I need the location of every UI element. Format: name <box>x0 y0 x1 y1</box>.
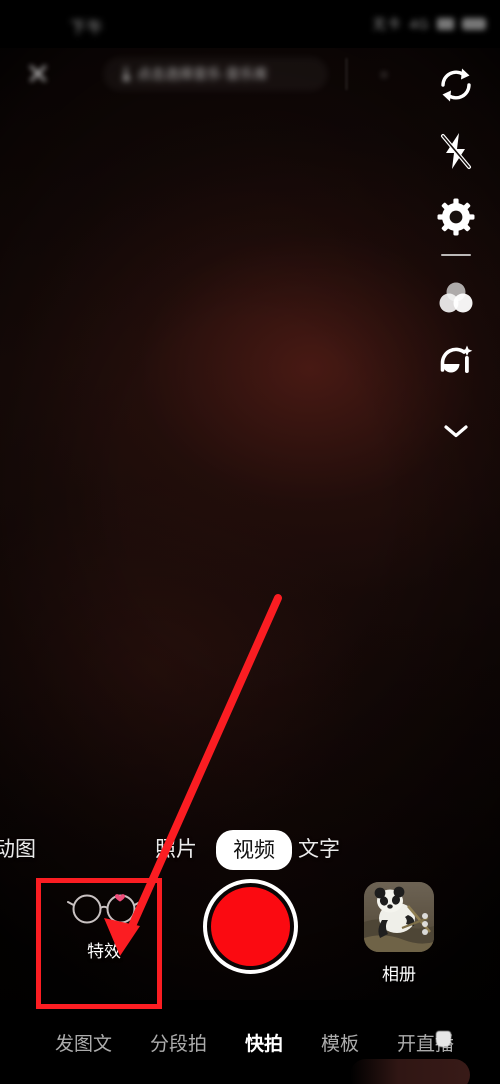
tool-rail <box>428 52 484 458</box>
nav-item-kuaipai[interactable]: 快拍 <box>226 1029 302 1056</box>
mode-tab-wenzi[interactable]: 文字 <box>298 833 340 863</box>
live-badge-icon <box>436 1030 452 1047</box>
close-icon[interactable] <box>25 60 51 86</box>
top-bar-extra-label: • <box>381 66 387 82</box>
flip-camera-button[interactable] <box>428 52 484 118</box>
tool-rail-divider <box>441 254 471 256</box>
filters-icon <box>439 282 473 313</box>
panda-photo-thumbnail <box>364 882 434 952</box>
album-label: 相册 <box>382 965 416 984</box>
settings-button[interactable] <box>428 184 484 250</box>
mode-tab-bar: 动图 照片 视频 文字 <box>0 828 500 870</box>
nav-item-muban[interactable]: 模板 <box>302 1029 378 1056</box>
record-button[interactable] <box>203 879 298 974</box>
music-select-label: 点击选择音乐·音乐库 <box>137 66 268 82</box>
chevron-down-icon <box>444 425 468 438</box>
status-bar: 下午 无卡 4G <box>0 0 500 48</box>
beauty-icon <box>440 345 473 373</box>
battery-icon <box>462 18 486 30</box>
album-button[interactable]: 相册 <box>356 882 442 985</box>
camera-capture-screen: 下午 无卡 4G 点击选择音乐·音乐库 • 动图 照片 视频 文字 特效 相册 … <box>0 0 500 1084</box>
album-thumbnail <box>364 882 434 952</box>
capture-controls-row: 特效 相册 <box>0 878 500 1000</box>
record-button-inner <box>211 887 290 966</box>
filters-button[interactable] <box>428 264 484 330</box>
nav-item-fatuwen[interactable]: 发图文 <box>36 1029 131 1056</box>
mode-tab-dongtu[interactable]: 动图 <box>0 833 56 863</box>
mode-tab-zhaopian[interactable]: 照片 <box>155 833 197 863</box>
mode-tab-shipin[interactable]: 视频 <box>216 830 292 870</box>
live-promo-pill <box>350 1058 471 1084</box>
glasses-effect-icon <box>67 894 141 924</box>
flip-camera-icon <box>441 68 471 102</box>
flash-toggle-button[interactable] <box>428 118 484 184</box>
top-bar-divider <box>346 58 347 90</box>
status-bar-carrier: 无卡 <box>372 16 402 32</box>
effects-button[interactable]: 特效 <box>62 884 146 962</box>
nav-item-fenduanpai[interactable]: 分段拍 <box>131 1029 226 1056</box>
bottom-nav-bar: 发图文 分段拍 快拍 模板 开直播 <box>0 1000 500 1084</box>
top-bar: 点击选择音乐·音乐库 • <box>0 48 500 110</box>
expand-tools-button[interactable] <box>428 404 484 458</box>
music-select-button[interactable]: 点击选择音乐·音乐库 <box>103 57 328 91</box>
effects-label: 特效 <box>87 942 121 961</box>
beauty-button[interactable] <box>428 330 484 396</box>
nav-item-kaizhibo[interactable]: 开直播 <box>350 1029 471 1084</box>
wifi-icon <box>437 18 454 30</box>
gear-icon <box>437 198 475 236</box>
top-bar-extra-button[interactable]: • <box>362 57 406 91</box>
status-bar-time: 下午 <box>70 20 105 37</box>
flash-off-icon <box>441 133 471 169</box>
status-bar-indicators: 无卡 4G <box>372 14 486 34</box>
music-note-icon <box>115 66 130 82</box>
status-bar-network: 4G <box>409 16 429 32</box>
